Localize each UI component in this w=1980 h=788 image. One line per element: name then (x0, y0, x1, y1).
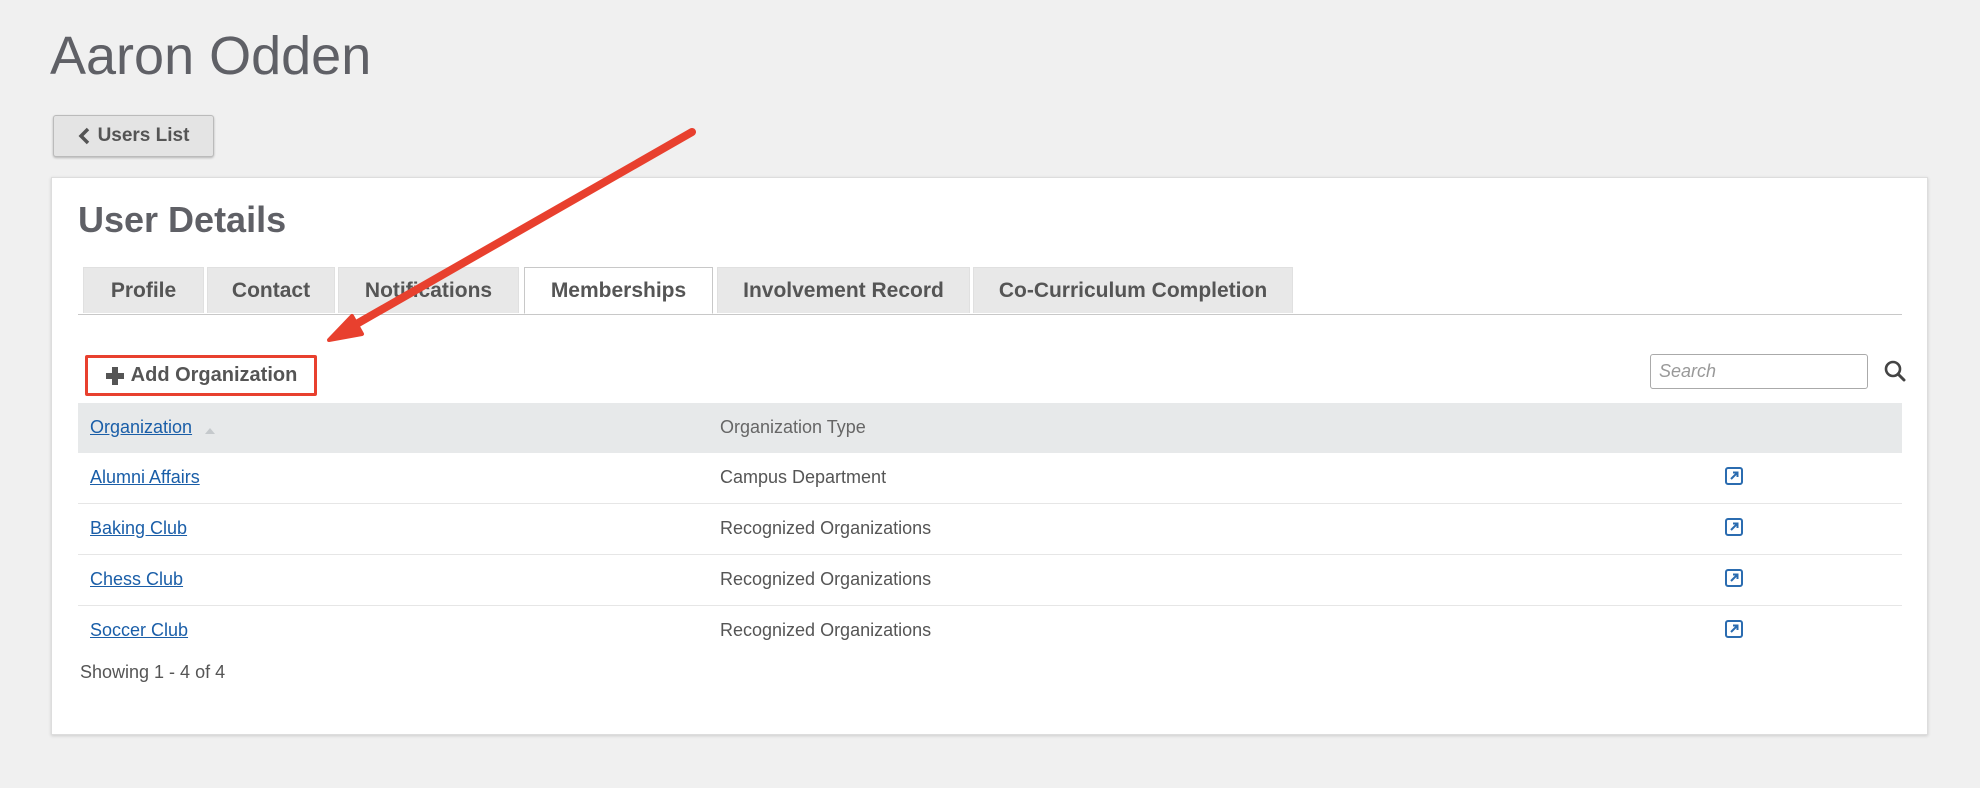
organization-type: Recognized Organizations (720, 569, 932, 589)
external-link-icon[interactable] (1725, 467, 1743, 490)
table-row: Soccer Club Recognized Organizations (78, 606, 1902, 656)
page-title: Aaron Odden (50, 26, 372, 86)
external-link-icon[interactable] (1725, 569, 1743, 592)
add-organization-button[interactable]: Add Organization (85, 355, 317, 396)
organization-column-header[interactable]: Organization (90, 417, 192, 438)
tab-involvement-record[interactable]: Involvement Record (717, 267, 970, 313)
organization-link[interactable]: Chess Club (90, 569, 183, 590)
user-details-card: User Details Profile Contact Notificatio… (51, 177, 1928, 735)
external-link-icon[interactable] (1725, 518, 1743, 541)
organization-type: Recognized Organizations (720, 518, 932, 538)
sort-up-icon (204, 422, 216, 440)
tab-profile[interactable]: Profile (83, 267, 204, 313)
table-row: Baking Club Recognized Organizations (78, 504, 1902, 555)
add-organization-label: Add Organization (130, 364, 298, 386)
pagination-summary: Showing 1 - 4 of 4 (80, 662, 226, 682)
chevron-left-icon (78, 127, 90, 145)
card-title: User Details (78, 199, 287, 240)
table-row: Chess Club Recognized Organizations (78, 555, 1902, 606)
table-row: Alumni Affairs Campus Department (78, 453, 1902, 504)
tab-contact[interactable]: Contact (207, 267, 335, 313)
tab-co-curriculum-completion[interactable]: Co-Curriculum Completion (973, 267, 1293, 313)
organization-type: Campus Department (720, 467, 887, 487)
users-list-label: Users List (97, 125, 190, 146)
tab-memberships[interactable]: Memberships (524, 267, 713, 314)
users-list-back-button[interactable]: Users List (53, 115, 214, 157)
search-input[interactable] (1650, 354, 1868, 389)
organization-type: Recognized Organizations (720, 620, 932, 640)
organization-link[interactable]: Baking Club (90, 518, 187, 539)
organization-type-column-header: Organization Type (720, 417, 866, 437)
plus-icon (105, 366, 125, 386)
memberships-table: Organization Organization Type Alumni Af… (78, 403, 1902, 656)
external-link-icon[interactable] (1725, 620, 1743, 643)
table-header: Organization Organization Type (78, 403, 1902, 453)
organization-link[interactable]: Alumni Affairs (90, 467, 200, 488)
search-icon[interactable] (1884, 360, 1906, 387)
tab-bar: Profile Contact Notifications Membership… (78, 267, 1902, 315)
tab-notifications[interactable]: Notifications (338, 267, 519, 313)
organization-link[interactable]: Soccer Club (90, 620, 188, 641)
